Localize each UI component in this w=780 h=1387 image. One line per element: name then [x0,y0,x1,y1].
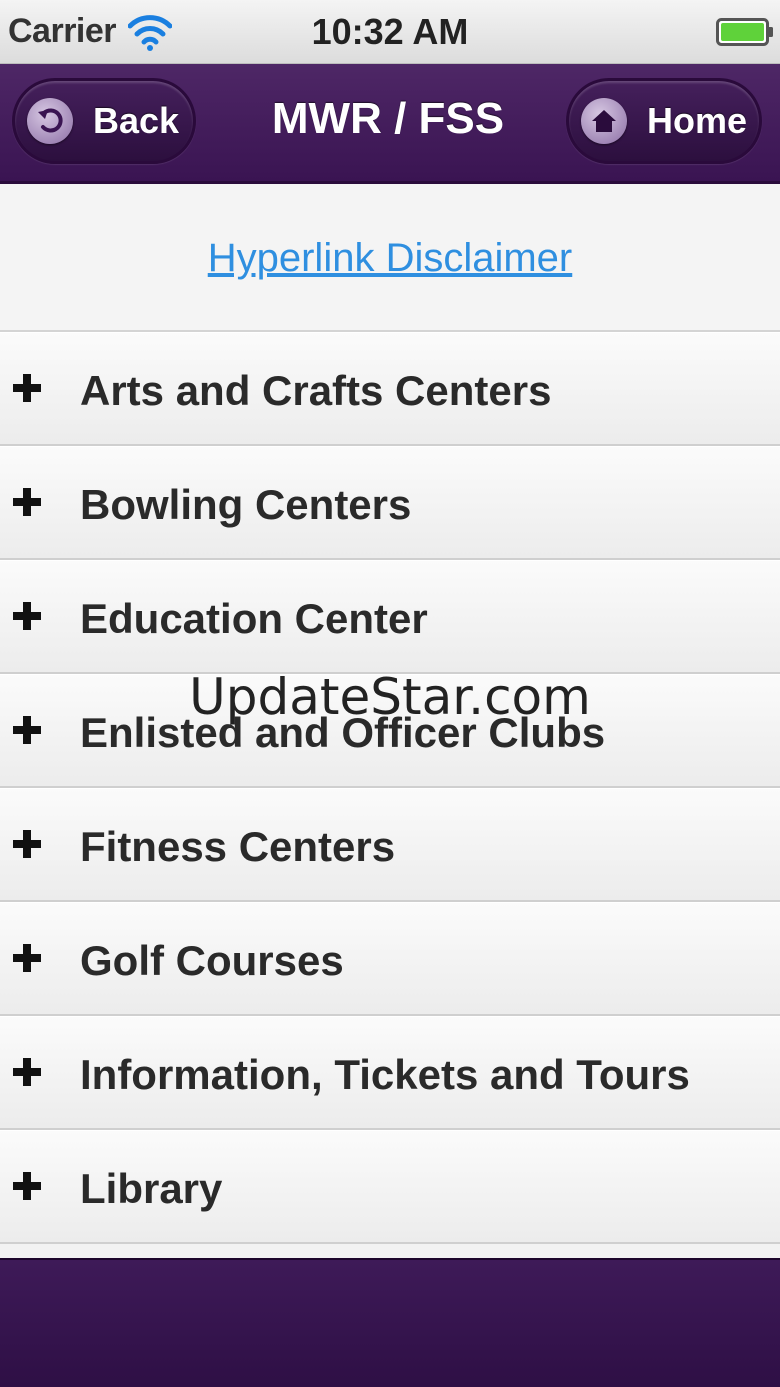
plus-icon [13,488,41,516]
app-screen: Carrier 10:32 AM Back MWR / FSS Home Hyp… [0,0,780,1387]
home-button[interactable]: Home [566,78,762,164]
plus-icon [13,1172,41,1200]
disclaimer-row: Hyperlink Disclaimer [0,184,780,332]
menu-list: Arts and Crafts Centers Bowling Centers … [0,332,780,1244]
list-item-label: Bowling Centers [80,481,412,528]
home-icon [581,98,627,144]
list-item[interactable]: Golf Courses [0,902,780,1016]
status-bar: Carrier 10:32 AM [0,0,780,64]
plus-icon [13,944,41,972]
list-item-label: Fitness Centers [80,823,396,870]
list-item[interactable]: Bowling Centers [0,446,780,560]
list-item[interactable]: Library [0,1130,780,1244]
list-item[interactable]: Arts and Crafts Centers [0,332,780,446]
home-button-label: Home [647,100,748,141]
list-item-label: Education Center [80,595,428,642]
list-item-label: Enlisted and Officer Clubs [80,709,606,756]
plus-icon [13,374,41,402]
bottom-toolbar [0,1258,780,1387]
page-title: MWR / FSS [271,94,505,143]
navigation-bar: Back MWR / FSS Home [0,64,780,184]
list-item[interactable]: Information, Tickets and Tours [0,1016,780,1130]
back-arrow-icon [27,98,73,144]
list-item-label: Golf Courses [80,937,344,984]
list-item-label: Information, Tickets and Tours [80,1051,690,1098]
list-item-label: Library [80,1165,223,1212]
list-item[interactable]: Education Center [0,560,780,674]
hyperlink-disclaimer-link[interactable]: Hyperlink Disclaimer [0,236,780,281]
status-time: 10:32 AM [311,11,469,52]
list-item-label: Arts and Crafts Centers [80,367,552,414]
list-item[interactable]: Enlisted and Officer Clubs [0,674,780,788]
plus-icon [13,1058,41,1086]
back-button[interactable]: Back [12,78,196,164]
plus-icon [13,830,41,858]
battery-icon [716,18,773,46]
plus-icon [13,602,41,630]
plus-icon [13,716,41,744]
list-item[interactable]: Fitness Centers [0,788,780,902]
back-button-label: Back [93,100,180,141]
